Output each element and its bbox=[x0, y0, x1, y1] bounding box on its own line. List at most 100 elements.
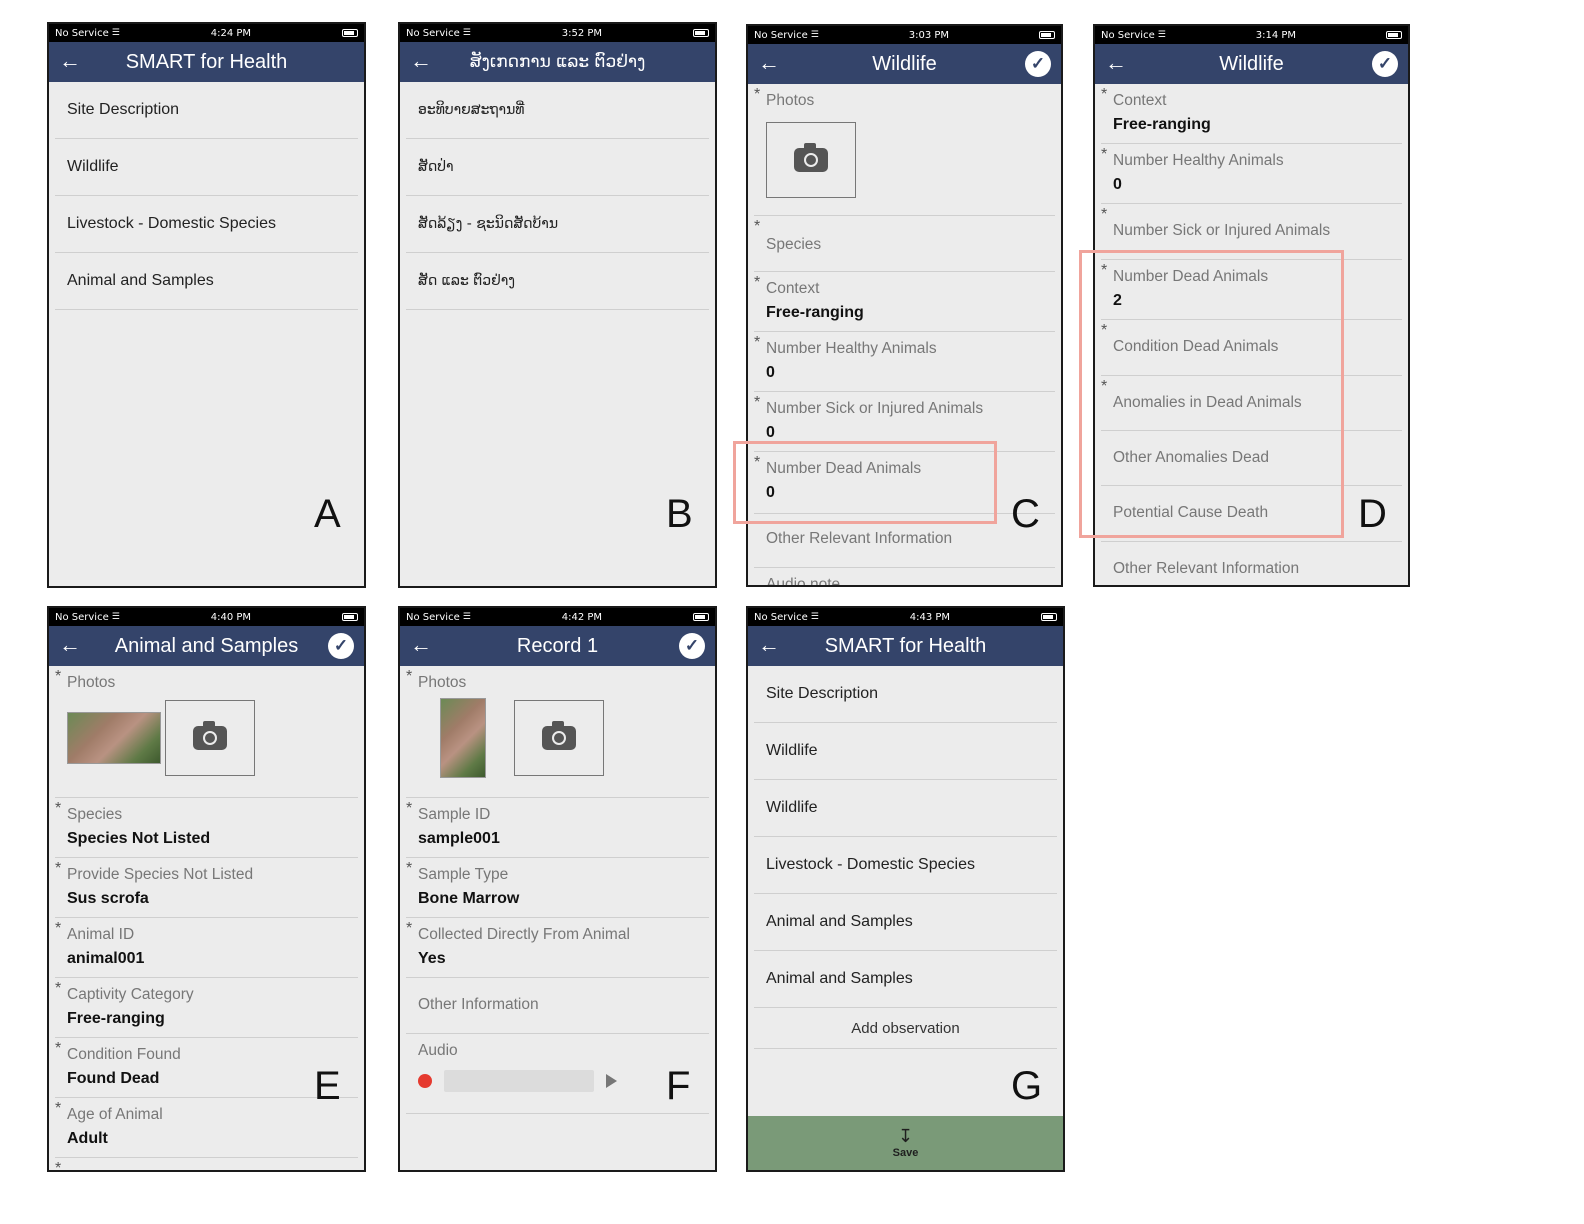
arrow-left-icon[interactable]: ← bbox=[59, 48, 81, 74]
field-value: Free-ranging bbox=[1113, 116, 1211, 133]
carrier-label: No Service bbox=[754, 611, 808, 623]
save-button[interactable]: ↧ Save bbox=[748, 1116, 1063, 1170]
field-label: Captivity Category bbox=[67, 986, 194, 1003]
menu-item-livestock[interactable]: Livestock - Domestic Species bbox=[55, 196, 358, 253]
wifi-icon: ☰ bbox=[462, 612, 471, 622]
arrow-left-icon[interactable]: ← bbox=[1105, 50, 1127, 76]
field-number-healthy[interactable]: * Number Healthy Animals 0 bbox=[754, 332, 1055, 392]
arrow-left-icon[interactable]: ← bbox=[758, 50, 780, 76]
battery-icon bbox=[1386, 31, 1402, 39]
photo-thumbnail[interactable] bbox=[67, 712, 161, 764]
field-label: Audio note bbox=[766, 576, 841, 587]
field-number-healthy[interactable]: * Number Healthy Animals 0 bbox=[1101, 144, 1402, 204]
add-photo-button[interactable] bbox=[165, 700, 255, 776]
audio-player bbox=[418, 1070, 697, 1092]
carrier-label: No Service bbox=[406, 27, 460, 39]
panel-label-f: F bbox=[666, 1064, 691, 1108]
field-label: Other Information bbox=[418, 996, 539, 1013]
arrow-left-icon[interactable]: ← bbox=[59, 632, 81, 658]
menu-item-site-description[interactable]: Site Description bbox=[55, 82, 358, 139]
menu-item-site-description[interactable]: ອະທິບາຍສະຖານທີ່ bbox=[406, 82, 709, 139]
record-icon[interactable] bbox=[418, 1074, 432, 1088]
carrier-label: No Service bbox=[754, 29, 808, 41]
field-species[interactable]: * Species Species Not Listed bbox=[55, 798, 358, 858]
battery-icon bbox=[1039, 31, 1055, 39]
field-collected-directly[interactable]: * Collected Directly From Animal Yes bbox=[406, 918, 709, 978]
field-audio-note[interactable]: Audio note bbox=[754, 568, 1055, 587]
field-label: Age of Animal bbox=[67, 1106, 163, 1123]
panel-label-g: G bbox=[1011, 1064, 1043, 1108]
audio-progress-track[interactable] bbox=[444, 1070, 594, 1092]
highlight-box bbox=[733, 441, 997, 524]
menu-item-wildlife[interactable]: Wildlife bbox=[55, 139, 358, 196]
check-circle-icon[interactable]: ✓ bbox=[1025, 51, 1051, 77]
required-marker: * bbox=[754, 218, 761, 235]
add-photo-button[interactable] bbox=[514, 700, 604, 776]
required-marker: * bbox=[55, 1040, 62, 1057]
field-animal-id[interactable]: * Animal ID animal001 bbox=[55, 918, 358, 978]
field-next: * bbox=[55, 1158, 358, 1170]
field-value: sample001 bbox=[418, 830, 500, 847]
camera-icon bbox=[193, 721, 227, 750]
field-age[interactable]: * Age of Animal Adult bbox=[55, 1098, 358, 1158]
menu-item-animal-samples[interactable]: Animal and Samples bbox=[754, 894, 1057, 951]
field-sample-type[interactable]: * Sample Type Bone Marrow bbox=[406, 858, 709, 918]
field-label: Collected Directly From Animal bbox=[418, 926, 630, 943]
field-label: Sample Type bbox=[418, 866, 509, 883]
app-bar: ← ສັງເກດການ ແລະ ຕົວຢ່າງ bbox=[400, 42, 715, 82]
field-label: Context bbox=[1113, 92, 1167, 109]
clock: 4:42 PM bbox=[561, 611, 603, 623]
check-circle-icon[interactable]: ✓ bbox=[679, 633, 705, 659]
menu-item-animal-samples[interactable]: Animal and Samples bbox=[55, 253, 358, 310]
page-title: Wildlife bbox=[872, 52, 937, 75]
field-species[interactable]: * Species bbox=[754, 216, 1055, 272]
arrow-left-icon[interactable]: ← bbox=[758, 632, 780, 658]
field-value: Found Dead bbox=[67, 1070, 160, 1087]
field-label: Number Sick or Injured Animals bbox=[766, 400, 984, 417]
field-sample-id[interactable]: * Sample ID sample001 bbox=[406, 798, 709, 858]
menu-item-livestock[interactable]: ສັດລ້ຽງ - ຊະນິດສັດບ້ານ bbox=[406, 196, 709, 253]
panel-label-c: C bbox=[1011, 492, 1040, 536]
required-marker: * bbox=[754, 274, 761, 291]
field-audio: Audio bbox=[406, 1034, 709, 1114]
play-icon[interactable] bbox=[606, 1074, 617, 1088]
field-context[interactable]: * Context Free-ranging bbox=[754, 272, 1055, 332]
battery-icon bbox=[342, 29, 358, 37]
menu-item-wildlife[interactable]: Wildlife bbox=[754, 723, 1057, 780]
menu-item-wildlife[interactable]: ສັດປ່າ bbox=[406, 139, 709, 196]
add-observation-button[interactable]: Add observation bbox=[754, 1008, 1057, 1049]
menu-item-site-description[interactable]: Site Description bbox=[754, 666, 1057, 723]
field-provide-species[interactable]: * Provide Species Not Listed Sus scrofa bbox=[55, 858, 358, 918]
menu-item-wildlife[interactable]: Wildlife bbox=[754, 780, 1057, 837]
battery-icon bbox=[693, 613, 709, 621]
field-value: 0 bbox=[766, 424, 775, 441]
check-circle-icon[interactable]: ✓ bbox=[328, 633, 354, 659]
field-condition-found[interactable]: * Condition Found Found Dead bbox=[55, 1038, 358, 1098]
field-other-info[interactable]: Other Information bbox=[406, 978, 709, 1034]
status-bar: No Service ☰ 3:14 PM bbox=[1095, 26, 1408, 44]
status-bar: No Service ☰ 4:24 PM bbox=[49, 24, 364, 42]
photo-thumbnail[interactable] bbox=[440, 698, 486, 778]
required-marker: * bbox=[55, 980, 62, 997]
clock: 3:52 PM bbox=[561, 27, 603, 39]
menu-item-animal-samples[interactable]: ສັດ ແລະ ຕົວຢ່າງ bbox=[406, 253, 709, 310]
camera-icon bbox=[542, 721, 576, 750]
arrow-left-icon[interactable]: ← bbox=[410, 48, 432, 74]
field-other-info[interactable]: Other Relevant Information bbox=[1101, 542, 1402, 585]
menu-item-livestock[interactable]: Livestock - Domestic Species bbox=[754, 837, 1057, 894]
field-value: Bone Marrow bbox=[418, 890, 520, 907]
field-captivity-category[interactable]: * Captivity Category Free-ranging bbox=[55, 978, 358, 1038]
arrow-left-icon[interactable]: ← bbox=[410, 632, 432, 658]
menu-item-animal-samples[interactable]: Animal and Samples bbox=[754, 951, 1057, 1008]
field-context[interactable]: * Context Free-ranging bbox=[1101, 84, 1402, 144]
page-title: ສັງເກດການ ແລະ ຕົວຢ່າງ bbox=[469, 52, 646, 72]
field-label: Photos bbox=[766, 92, 815, 109]
required-marker: * bbox=[406, 920, 413, 937]
camera-icon bbox=[794, 143, 828, 172]
status-bar: No Service ☰ 3:52 PM bbox=[400, 24, 715, 42]
add-photo-button[interactable] bbox=[766, 122, 856, 198]
carrier-label: No Service bbox=[55, 27, 109, 39]
carrier-label: No Service bbox=[406, 611, 460, 623]
field-value: 0 bbox=[1113, 176, 1122, 193]
check-circle-icon[interactable]: ✓ bbox=[1372, 51, 1398, 77]
